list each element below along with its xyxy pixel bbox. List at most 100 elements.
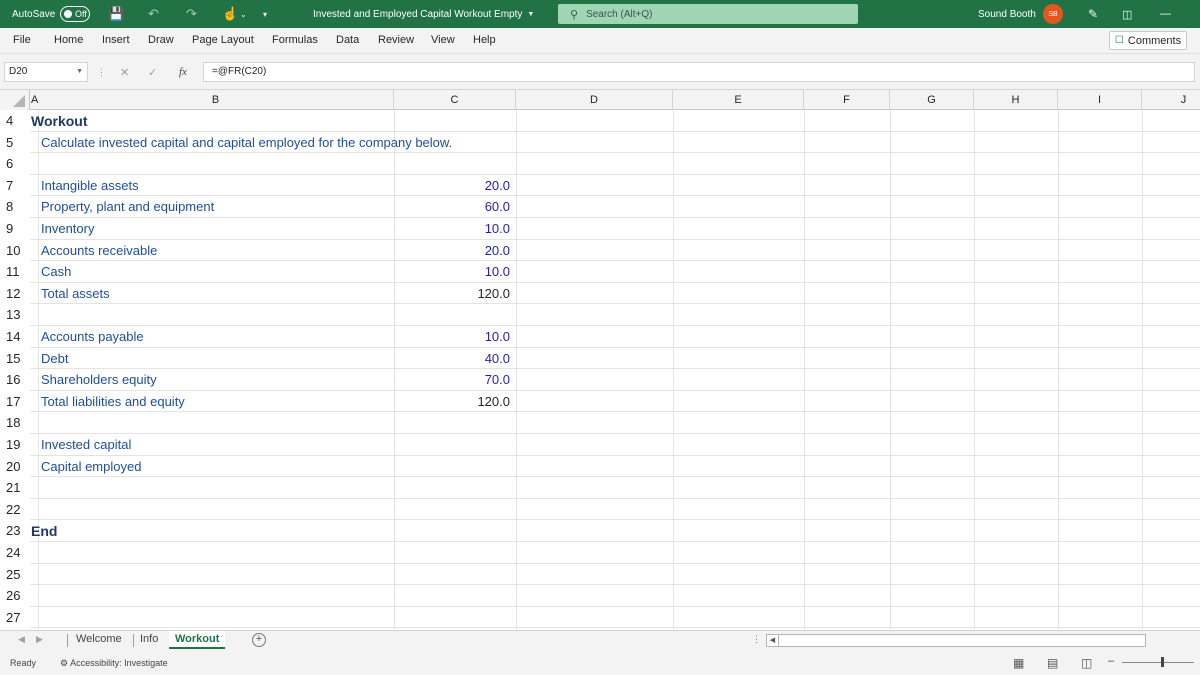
row-header[interactable]: 21 bbox=[0, 477, 30, 499]
menu-view[interactable]: View bbox=[431, 34, 455, 46]
row-header[interactable]: 19 bbox=[0, 434, 30, 456]
row-header[interactable]: 9 bbox=[0, 218, 30, 240]
cell-c[interactable] bbox=[394, 564, 510, 586]
cell-b[interactable]: Calculate invested capital and capital e… bbox=[41, 132, 452, 154]
redo-icon[interactable]: ↷ bbox=[186, 0, 197, 28]
row-header[interactable]: 25 bbox=[0, 563, 30, 586]
cell-c[interactable]: 70.0 bbox=[394, 369, 510, 391]
cell-c[interactable] bbox=[394, 132, 510, 154]
cell-b[interactable]: Total liabilities and equity bbox=[41, 391, 185, 413]
menu-file[interactable]: File bbox=[13, 34, 31, 46]
tab-workout[interactable]: Workout bbox=[169, 631, 226, 649]
ribbon-display-icon[interactable]: ◫ bbox=[1122, 0, 1132, 28]
row-header[interactable]: 18 bbox=[0, 412, 30, 434]
column-header-g[interactable]: G bbox=[890, 90, 974, 110]
row-header[interactable]: 27 bbox=[0, 606, 30, 629]
cell-c[interactable] bbox=[394, 153, 510, 175]
row-header[interactable]: 17 bbox=[0, 390, 30, 413]
cell-c[interactable] bbox=[394, 110, 510, 132]
cell-c[interactable] bbox=[394, 477, 510, 499]
more-options-icon[interactable]: ⋮ bbox=[97, 62, 106, 82]
cell-c[interactable] bbox=[394, 412, 510, 434]
touch-mode-icon[interactable]: ☝ bbox=[222, 0, 238, 28]
column-header-b[interactable]: B bbox=[38, 90, 394, 110]
cell-b[interactable]: Total assets bbox=[41, 283, 110, 305]
name-box-dropdown-icon[interactable]: ▼ bbox=[76, 63, 83, 81]
menu-help[interactable]: Help bbox=[473, 34, 496, 46]
cell-c[interactable] bbox=[394, 456, 510, 478]
menu-page-layout[interactable]: Page Layout bbox=[192, 34, 254, 46]
row-header[interactable]: 11 bbox=[0, 261, 30, 283]
zoom-slider-thumb[interactable] bbox=[1161, 657, 1164, 667]
document-title[interactable]: Invested and Employed Capital Workout Em… bbox=[313, 0, 534, 28]
split-handle-icon[interactable]: ⋮ bbox=[752, 634, 761, 645]
row-header[interactable]: 24 bbox=[0, 542, 30, 564]
cell-b[interactable]: Property, plant and equipment bbox=[41, 196, 214, 218]
column-header-a[interactable]: A bbox=[30, 90, 38, 110]
comments-button[interactable]: ☐ Comments bbox=[1109, 31, 1187, 50]
name-box[interactable]: D20 ▼ bbox=[4, 62, 88, 82]
autosave-toggle[interactable]: Off bbox=[60, 6, 90, 22]
cell-c[interactable]: 40.0 bbox=[394, 348, 510, 370]
cancel-icon[interactable]: ✕ bbox=[120, 62, 129, 82]
row-header[interactable]: 10 bbox=[0, 239, 30, 262]
save-icon[interactable]: 💾 bbox=[108, 0, 124, 28]
row-header[interactable]: 20 bbox=[0, 455, 30, 478]
tab-welcome[interactable]: Welcome bbox=[70, 631, 128, 649]
cell-b[interactable]: Capital employed bbox=[41, 456, 141, 478]
menu-formulas[interactable]: Formulas bbox=[272, 34, 318, 46]
row-header[interactable]: 5 bbox=[0, 131, 30, 154]
cell-b[interactable]: Inventory bbox=[41, 218, 94, 240]
menu-insert[interactable]: Insert bbox=[102, 34, 130, 46]
horizontal-scrollbar[interactable]: ◀ bbox=[766, 634, 1146, 647]
prev-sheet-icon[interactable]: ◀ bbox=[18, 634, 25, 645]
zoom-slider[interactable] bbox=[1122, 662, 1194, 663]
cell-b[interactable]: Invested capital bbox=[41, 434, 131, 456]
row-header[interactable]: 14 bbox=[0, 326, 30, 348]
avatar[interactable]: SB bbox=[1043, 4, 1063, 24]
row-header[interactable]: 7 bbox=[0, 174, 30, 197]
column-header-f[interactable]: F bbox=[804, 90, 890, 110]
row-header[interactable]: 4 bbox=[0, 110, 30, 132]
menu-draw[interactable]: Draw bbox=[148, 34, 174, 46]
pen-icon[interactable]: ✎ bbox=[1088, 0, 1098, 28]
customize-qat-icon[interactable]: ▾ bbox=[263, 0, 267, 28]
column-header-e[interactable]: E bbox=[673, 90, 804, 110]
cell-b[interactable]: Intangible assets bbox=[41, 175, 139, 197]
cell-c[interactable] bbox=[394, 520, 510, 542]
cell-c[interactable]: 20.0 bbox=[394, 175, 510, 197]
cell-c[interactable] bbox=[394, 585, 510, 607]
cell-b[interactable]: Accounts receivable bbox=[41, 240, 157, 262]
column-header-h[interactable]: H bbox=[974, 90, 1058, 110]
menu-data[interactable]: Data bbox=[336, 34, 359, 46]
cell-c[interactable]: 120.0 bbox=[394, 283, 510, 305]
row-header[interactable]: 26 bbox=[0, 585, 30, 607]
cell-c[interactable] bbox=[394, 607, 510, 629]
scroll-left-icon[interactable]: ◀ bbox=[767, 635, 779, 646]
normal-view-icon[interactable]: ▦ bbox=[1013, 656, 1024, 670]
row-header[interactable]: 16 bbox=[0, 369, 30, 391]
cell-a[interactable]: Workout bbox=[31, 110, 88, 132]
next-sheet-icon[interactable]: ▶ bbox=[36, 634, 43, 645]
accessibility-status[interactable]: ⚙ Accessibility: Investigate bbox=[60, 658, 168, 669]
column-header-c[interactable]: C bbox=[394, 90, 516, 110]
cell-c[interactable] bbox=[394, 542, 510, 564]
cell-c[interactable] bbox=[394, 434, 510, 456]
cell-c[interactable]: 10.0 bbox=[394, 261, 510, 283]
cell-b[interactable]: Accounts payable bbox=[41, 326, 144, 348]
cell-c[interactable]: 60.0 bbox=[394, 196, 510, 218]
minimize-icon[interactable]: — bbox=[1160, 0, 1171, 28]
row-header[interactable]: 23 bbox=[0, 520, 30, 542]
menu-review[interactable]: Review bbox=[378, 34, 414, 46]
column-header-d[interactable]: D bbox=[516, 90, 673, 110]
cell-c[interactable]: 20.0 bbox=[394, 240, 510, 262]
column-header-j[interactable]: J bbox=[1142, 90, 1200, 110]
cell-c[interactable]: 10.0 bbox=[394, 326, 510, 348]
cell-c[interactable]: 10.0 bbox=[394, 218, 510, 240]
search-input[interactable]: ⚲ Search (Alt+Q) bbox=[558, 4, 858, 24]
zoom-out-icon[interactable]: – bbox=[1108, 655, 1114, 667]
row-header[interactable]: 13 bbox=[0, 304, 30, 326]
page-break-view-icon[interactable]: ◫ bbox=[1081, 656, 1092, 670]
spreadsheet-grid[interactable]: A B C D E F G H I J 4 Workout 5 Calculate i… bbox=[0, 90, 1200, 630]
tab-info[interactable]: Info bbox=[134, 631, 164, 649]
